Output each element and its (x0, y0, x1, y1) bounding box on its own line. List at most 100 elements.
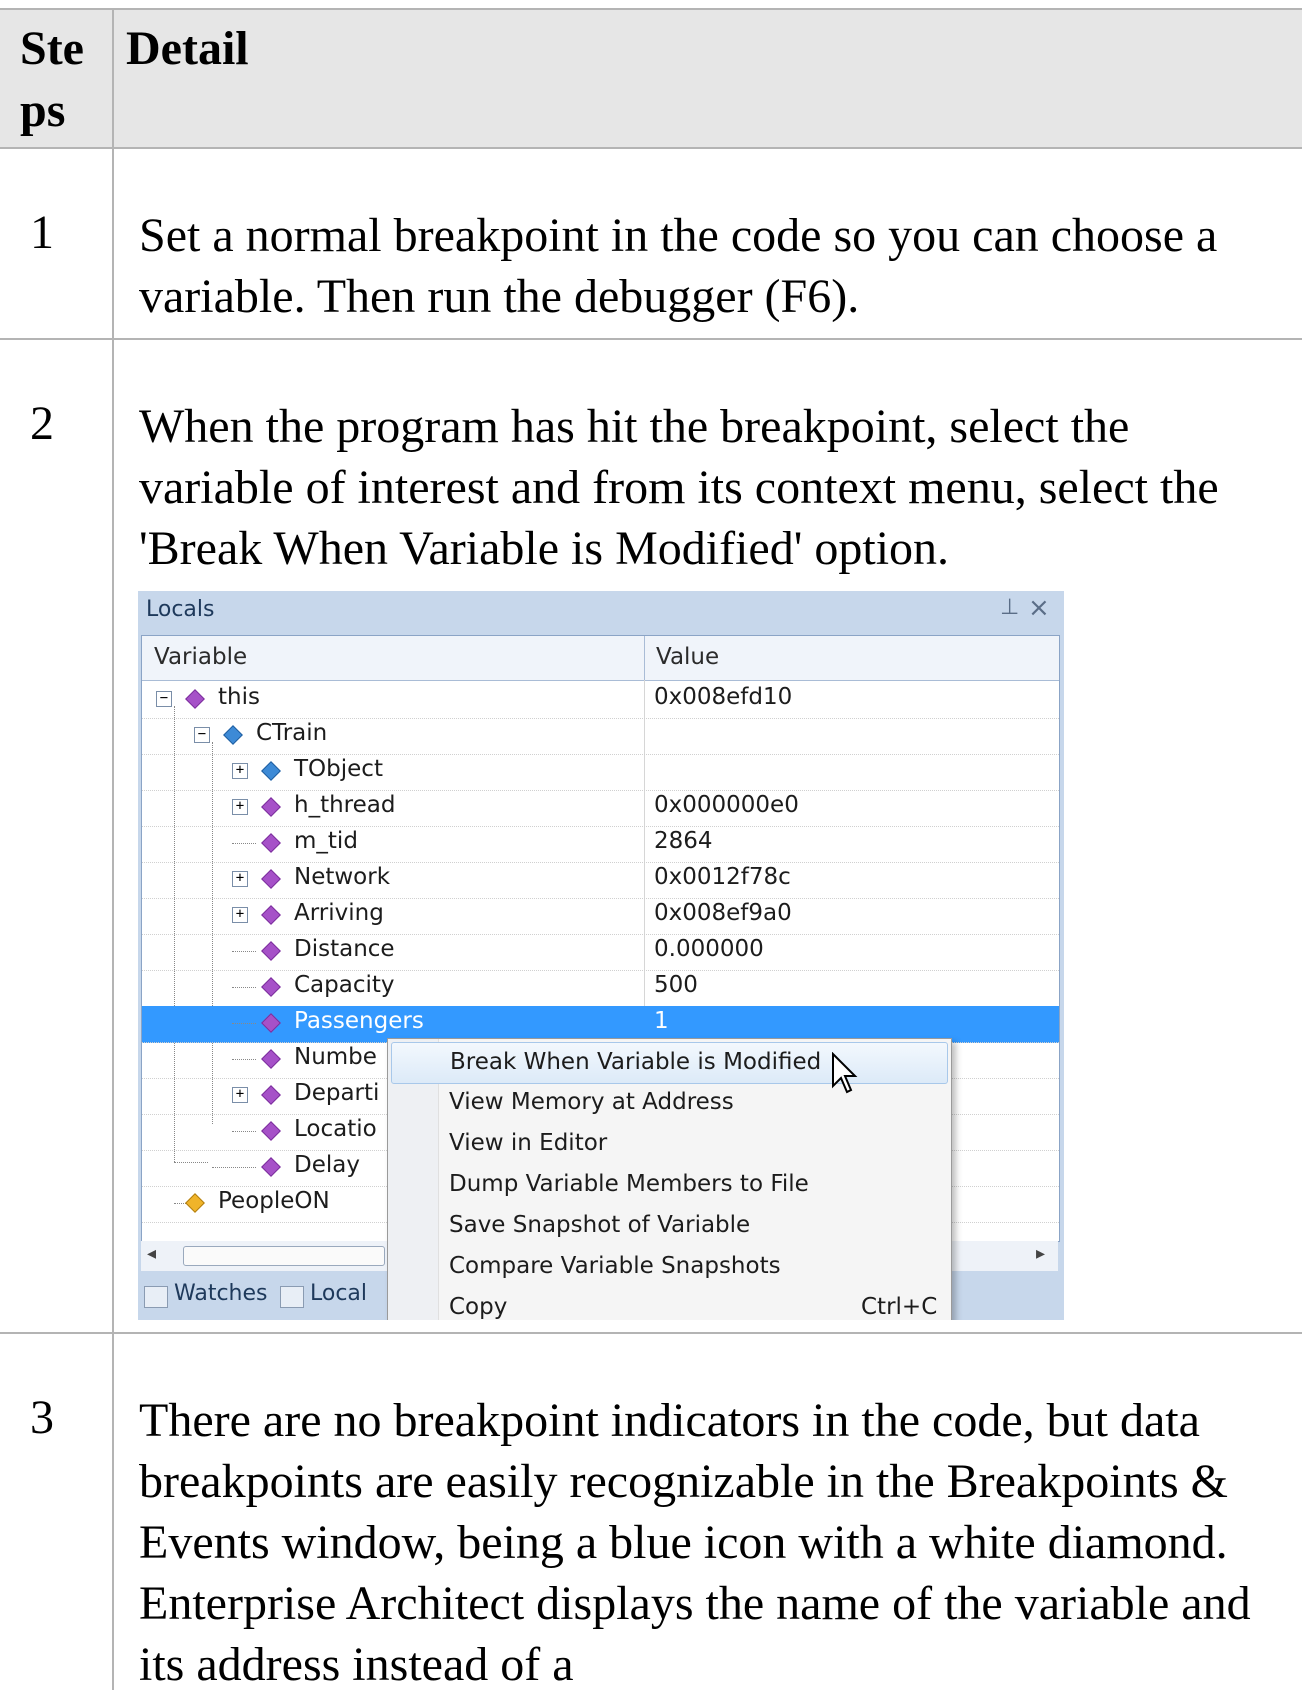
step-number: 3 (30, 1391, 54, 1444)
menu-item-view-in-editor[interactable]: View in Editor (391, 1124, 946, 1164)
scroll-right-icon[interactable]: ▸ (1036, 1243, 1045, 1264)
variable-name: Arriving (294, 900, 384, 926)
close-icon[interactable]: × (1028, 593, 1050, 623)
variable-name: Delay (294, 1152, 360, 1178)
menu-item-label: Copy (449, 1294, 508, 1320)
tree-line (212, 1167, 256, 1168)
mouse-cursor-icon (832, 1052, 858, 1094)
variable-value: 1 (654, 1008, 669, 1034)
variable-name: Locatio (294, 1116, 377, 1142)
purple-gem-icon (261, 1157, 281, 1177)
purple-gem-icon (261, 1049, 281, 1069)
step-text: When the program has hit the breakpoint,… (139, 400, 1219, 575)
tab-locals[interactable]: Local (310, 1281, 367, 1306)
variable-row[interactable]: + h_thread 0x000000e0 (142, 790, 1059, 827)
menu-item-compare-snapshots[interactable]: Compare Variable Snapshots (391, 1247, 946, 1287)
variable-name: PeopleON (218, 1188, 330, 1214)
table-divider (0, 147, 1302, 149)
menu-item-label: Break When Variable is Modified (450, 1049, 822, 1075)
expand-icon[interactable]: + (232, 799, 248, 815)
window-title: Locals (146, 597, 215, 622)
table-divider (0, 338, 1302, 340)
purple-gem-icon (261, 1121, 281, 1141)
purple-gem-icon (261, 833, 281, 853)
locals-icon (280, 1286, 304, 1308)
table-border-top (0, 8, 1302, 10)
gold-gem-icon (185, 1193, 205, 1213)
step-number: 2 (30, 397, 54, 450)
tree-line (232, 987, 256, 988)
tab-watches[interactable]: Watches (174, 1281, 268, 1306)
variable-name: Passengers (294, 1008, 424, 1034)
variable-value: 2864 (654, 828, 713, 854)
variable-row[interactable]: − CTrain (142, 718, 1059, 755)
table-divider (0, 1332, 1302, 1334)
variable-row[interactable]: + Network 0x0012f78c (142, 862, 1059, 899)
locals-window: Locals ⊥ × Variable Value − this 0x008ef… (138, 591, 1064, 1320)
variable-name: m_tid (294, 828, 358, 854)
step-text: There are no breakpoint indicators in th… (139, 1394, 1251, 1691)
menu-item-copy[interactable]: Copy Ctrl+C (391, 1288, 946, 1320)
column-header-variable[interactable]: Variable (154, 644, 247, 670)
collapse-icon[interactable]: − (156, 691, 172, 707)
menu-item-shortcut: Ctrl+C (861, 1294, 938, 1320)
scroll-left-icon[interactable]: ◂ (147, 1243, 156, 1264)
variable-name: Network (294, 864, 391, 890)
variable-name: Departi (294, 1080, 380, 1106)
purple-gem-icon (261, 977, 281, 997)
tree-line (232, 1059, 256, 1060)
tree-line (232, 1023, 256, 1024)
variable-value: 0.000000 (654, 936, 764, 962)
menu-item-save-snapshot[interactable]: Save Snapshot of Variable (391, 1206, 946, 1246)
variable-name: CTrain (256, 720, 328, 746)
column-header-value[interactable]: Value (656, 644, 719, 670)
variable-name: this (218, 684, 260, 710)
purple-gem-icon (261, 1085, 281, 1105)
variable-value: 0x008efd10 (654, 684, 793, 710)
variable-name: Numbe (294, 1044, 377, 1070)
purple-gem-icon (261, 905, 281, 925)
purple-gem-icon (261, 1013, 281, 1033)
tree-line (232, 843, 256, 844)
column-separator[interactable] (644, 636, 645, 680)
header-steps: Ste ps (20, 22, 84, 137)
purple-gem-icon (261, 797, 281, 817)
pin-icon[interactable]: ⊥ (1000, 595, 1019, 620)
variable-value: 0x0012f78c (654, 864, 791, 890)
menu-item-view-memory[interactable]: View Memory at Address (391, 1083, 946, 1123)
variable-row[interactable]: Distance 0.000000 (142, 934, 1059, 971)
expand-icon[interactable]: + (232, 1087, 248, 1103)
menu-item-break-when-modified[interactable]: Break When Variable is Modified (391, 1042, 948, 1084)
step-text: Set a normal breakpoint in the code so y… (139, 209, 1218, 323)
variable-name: Capacity (294, 972, 395, 998)
menu-item-dump-members[interactable]: Dump Variable Members to File (391, 1165, 946, 1205)
blue-gem-icon (223, 725, 243, 745)
expand-icon[interactable]: + (232, 907, 248, 923)
scroll-thumb[interactable] (183, 1246, 385, 1266)
table-column-divider (112, 8, 114, 1690)
variable-row[interactable]: m_tid 2864 (142, 826, 1059, 863)
variable-value: 0x000000e0 (654, 792, 799, 818)
purple-gem-icon (261, 941, 281, 961)
menu-item-label: View Memory at Address (449, 1089, 734, 1115)
expand-icon[interactable]: + (232, 763, 248, 779)
expand-icon[interactable]: + (232, 871, 248, 887)
variable-row[interactable]: + Arriving 0x008ef9a0 (142, 898, 1059, 935)
variable-row[interactable]: − this 0x008efd10 (142, 682, 1059, 719)
tree-line (232, 951, 256, 952)
variable-row[interactable]: Capacity 500 (142, 970, 1059, 1007)
header-detail: Detail (126, 22, 249, 75)
step-number: 1 (30, 206, 54, 259)
variable-name: TObject (294, 756, 383, 782)
menu-item-label: Save Snapshot of Variable (449, 1212, 751, 1238)
purple-gem-icon (185, 689, 205, 709)
variable-name: h_thread (294, 792, 396, 818)
collapse-icon[interactable]: − (194, 727, 210, 743)
variable-row[interactable]: + TObject (142, 754, 1059, 791)
menu-item-label: Dump Variable Members to File (449, 1171, 809, 1197)
purple-gem-icon (261, 869, 281, 889)
variable-name: Distance (294, 936, 395, 962)
blue-gem-icon (261, 761, 281, 781)
context-menu: Break When Variable is Modified View Mem… (387, 1038, 952, 1320)
variable-value: 500 (654, 972, 698, 998)
